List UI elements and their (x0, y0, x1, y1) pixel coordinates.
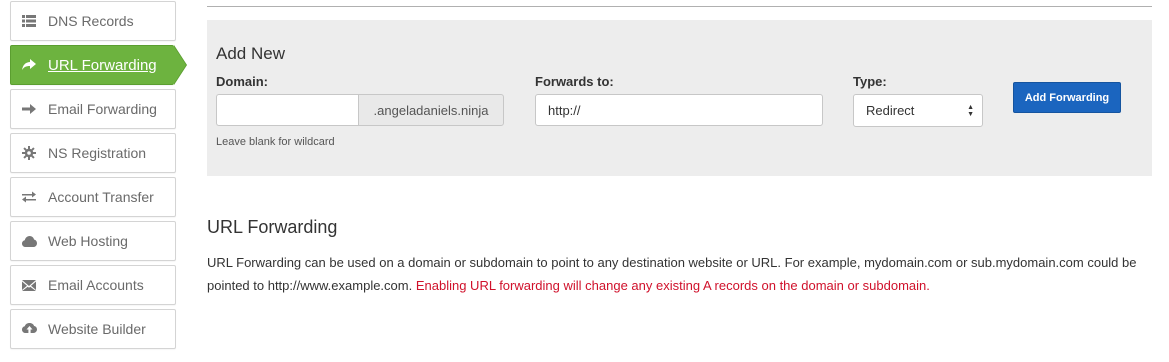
sidebar-item-label: URL Forwarding (48, 56, 157, 74)
sidebar-item-url-forwarding[interactable]: URL Forwarding (10, 45, 187, 85)
forwards-to-value: http:// (548, 102, 581, 118)
sidebar-item-dns-records[interactable]: DNS Records (10, 1, 176, 41)
envelope-icon (21, 277, 37, 293)
type-label: Type: (853, 74, 887, 89)
type-select[interactable]: Redirect ▲ ▼ (853, 94, 983, 127)
cloud-icon (21, 233, 37, 249)
sidebar-item-ns-registration[interactable]: NS Registration (10, 133, 176, 173)
share-arrow-icon (21, 57, 37, 73)
sidebar-item-label: Web Hosting (48, 233, 128, 249)
sidebar-item-account-transfer[interactable]: Account Transfer (10, 177, 176, 217)
sidebar-item-email-accounts[interactable]: Email Accounts (10, 265, 176, 305)
arrow-right-icon (21, 101, 37, 117)
warning-text: Enabling URL forwarding will change any … (415, 278, 930, 293)
active-arrow (173, 45, 186, 85)
add-forwarding-button[interactable]: Add Forwarding (1013, 82, 1121, 113)
forwards-to-label: Forwards to: (535, 74, 614, 89)
cloud-upload-icon (21, 321, 37, 337)
sidebar-item-label: Email Accounts (48, 277, 144, 293)
description: URL Forwarding can be used on a domain o… (207, 251, 1152, 297)
sidebar-item-label: Website Builder (48, 321, 146, 337)
sidebar-item-label: Account Transfer (48, 189, 154, 205)
domain-label: Domain: (216, 74, 268, 89)
type-selected-value: Redirect (866, 103, 915, 118)
top-divider (207, 6, 1152, 7)
section-title: URL Forwarding (207, 217, 338, 237)
add-forwarding-panel: Add New Domain: .angeladaniels.ninja Lea… (207, 20, 1152, 176)
gear-icon (21, 145, 37, 161)
sidebar: DNS Records URL Forwarding Email Forward… (0, 0, 190, 362)
sidebar-item-website-builder[interactable]: Website Builder (10, 309, 176, 349)
domain-input[interactable] (216, 94, 358, 126)
panel-title: Add New (216, 44, 285, 63)
select-caret-icon: ▲ ▼ (967, 104, 974, 118)
forwards-to-input[interactable]: http:// (535, 94, 823, 126)
domain-hint: Leave blank for wildcard (216, 136, 335, 148)
sidebar-item-label: NS Registration (48, 145, 147, 161)
sidebar-item-label: DNS Records (48, 13, 134, 29)
sidebar-item-email-forwarding[interactable]: Email Forwarding (10, 89, 176, 129)
sidebar-item-label: Email Forwarding (48, 101, 157, 117)
list-icon (21, 13, 37, 29)
transfer-icon (21, 189, 37, 205)
sidebar-item-web-hosting[interactable]: Web Hosting (10, 221, 176, 261)
domain-suffix: .angeladaniels.ninja (358, 94, 504, 126)
